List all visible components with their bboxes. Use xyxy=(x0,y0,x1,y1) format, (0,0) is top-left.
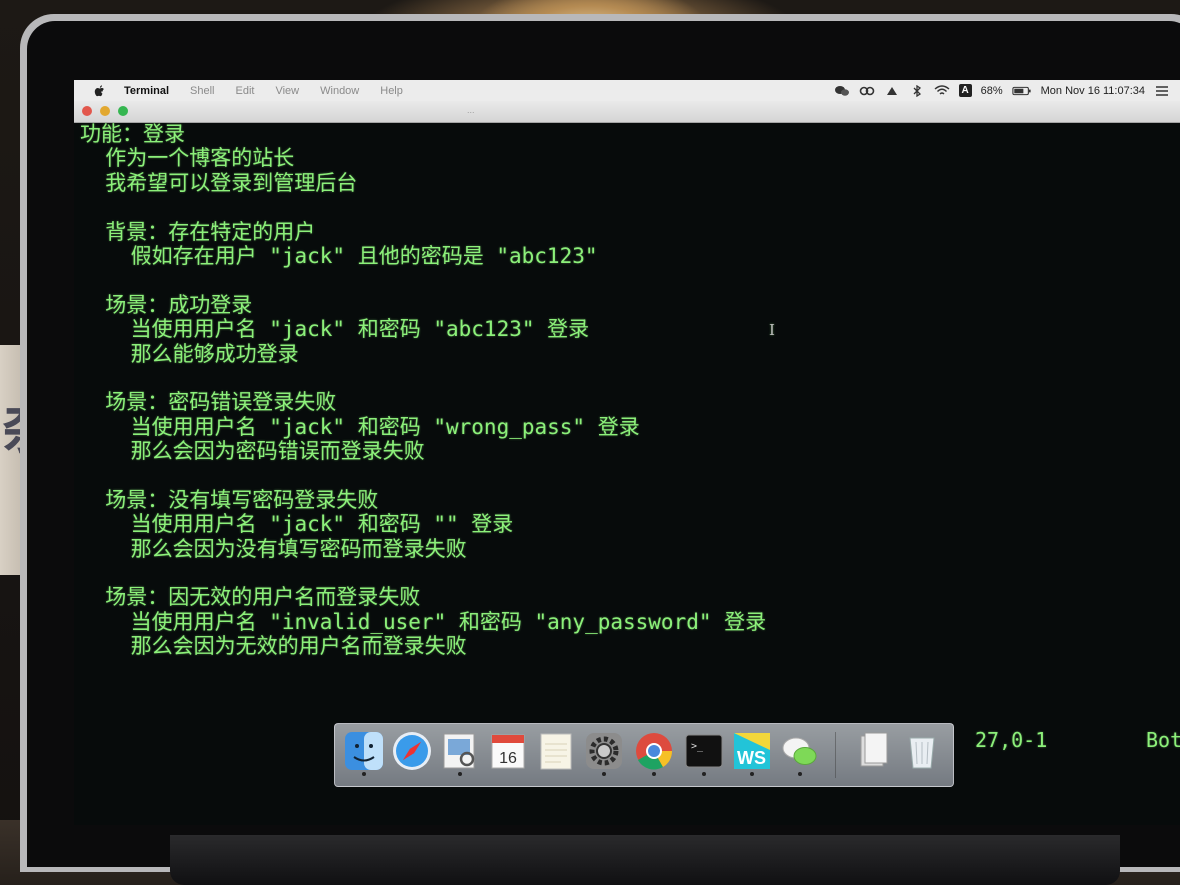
terminal-line: 场景：密码错误登录失败 xyxy=(80,390,337,415)
battery-percent[interactable]: 68% xyxy=(981,85,1003,97)
window-title: ... xyxy=(467,105,475,115)
terminal-line: 场景：成功登录 xyxy=(80,292,253,317)
menu-shell[interactable]: Shell xyxy=(190,85,214,97)
upload-status-icon[interactable] xyxy=(884,85,900,97)
terminal-line: 当使用用户名 "jack" 和密码 "wrong_pass" 登录 xyxy=(80,414,640,439)
status-area: A 68% Mon Nov 16 11:07:34 xyxy=(834,84,1180,97)
terminal-line: 那么会因为没有填写密码而登录失败 xyxy=(80,536,467,561)
terminal-line: 当使用用户名 "jack" 和密码 "" 登录 xyxy=(80,512,514,537)
running-indicator xyxy=(798,772,802,776)
notification-center-icon[interactable] xyxy=(1154,85,1170,97)
window-title-bar: ... xyxy=(74,101,1180,123)
menu-window[interactable]: Window xyxy=(320,85,359,97)
documents-icon[interactable] xyxy=(853,730,895,772)
terminal-line: 作为一个博客的站长 xyxy=(80,146,295,171)
chrome-icon[interactable] xyxy=(633,730,675,772)
close-button[interactable] xyxy=(82,106,92,116)
input-method-indicator[interactable]: A xyxy=(958,84,972,97)
wechat-icon[interactable] xyxy=(779,730,821,772)
running-indicator xyxy=(702,772,706,776)
terminal-line: 我希望可以登录到管理后台 xyxy=(80,170,358,195)
menu-view[interactable]: View xyxy=(275,85,299,97)
terminal-line: 背景：存在特定的用户 xyxy=(80,219,316,244)
terminal-line: 假如存在用户 "jack" 且他的密码是 "abc123" xyxy=(80,243,598,268)
running-indicator xyxy=(602,772,606,776)
screen: Terminal Shell Edit View Window Help A 6… xyxy=(74,80,1180,825)
terminal-line: 那么能够成功登录 xyxy=(80,341,299,366)
scroll-position: Bot xyxy=(1146,728,1180,752)
preview-icon[interactable] xyxy=(439,730,481,772)
menu-help[interactable]: Help xyxy=(380,85,403,97)
wifi-icon[interactable] xyxy=(934,84,950,97)
svg-text:WS: WS xyxy=(737,748,766,768)
svg-text:>_: >_ xyxy=(691,741,704,752)
cursor-position: 27,0-1 xyxy=(975,728,1048,752)
running-indicator xyxy=(652,772,656,776)
bluetooth-icon[interactable] xyxy=(909,84,925,97)
zoom-button[interactable] xyxy=(118,106,128,116)
terminal-line: 场景：因无效的用户名而登录失败 xyxy=(80,585,421,610)
terminal-content[interactable]: 功能：登录 作为一个博客的站长 我希望可以登录到管理后台 背景：存在特定的用户 … xyxy=(80,122,1180,752)
safari-icon[interactable] xyxy=(391,730,433,772)
dock: 16 >_ WS xyxy=(334,723,954,787)
finder-icon[interactable] xyxy=(343,730,385,772)
notes-icon[interactable] xyxy=(535,730,577,772)
terminal-line: 功能：登录 xyxy=(80,122,185,146)
svg-text:16: 16 xyxy=(499,750,517,767)
trash-icon[interactable] xyxy=(901,730,943,772)
link-status-icon[interactable] xyxy=(859,85,875,97)
running-indicator xyxy=(750,772,754,776)
text-cursor-icon: I xyxy=(769,321,775,339)
menu-edit[interactable]: Edit xyxy=(236,85,255,97)
running-indicator xyxy=(362,772,366,776)
minimize-button[interactable] xyxy=(100,106,110,116)
terminal-icon[interactable]: >_ xyxy=(683,730,725,772)
menu-bar: Terminal Shell Edit View Window Help A 6… xyxy=(74,80,1180,101)
apple-logo-icon[interactable] xyxy=(92,84,108,98)
calendar-icon[interactable]: 16 xyxy=(487,730,529,772)
terminal-line: 当使用用户名 "invalid_user" 和密码 "any_password"… xyxy=(80,609,767,634)
clock[interactable]: Mon Nov 16 11:07:34 xyxy=(1041,85,1145,97)
running-indicator xyxy=(458,772,462,776)
wechat-status-icon[interactable] xyxy=(834,85,850,97)
terminal-line: 当使用用户名 "jack" 和密码 "abc123" 登录 xyxy=(80,317,590,342)
webstorm-icon[interactable]: WS xyxy=(731,730,773,772)
laptop-hinge xyxy=(170,835,1120,885)
terminal-line: 那么会因为密码错误而登录失败 xyxy=(80,439,425,464)
dock-separator xyxy=(835,732,836,778)
terminal-line: 那么会因为无效的用户名而登录失败 xyxy=(80,634,467,659)
terminal-line: 场景：没有填写密码登录失败 xyxy=(80,487,379,512)
gear-icon[interactable] xyxy=(583,730,625,772)
battery-icon[interactable] xyxy=(1011,85,1032,97)
menu-terminal[interactable]: Terminal xyxy=(124,85,169,97)
